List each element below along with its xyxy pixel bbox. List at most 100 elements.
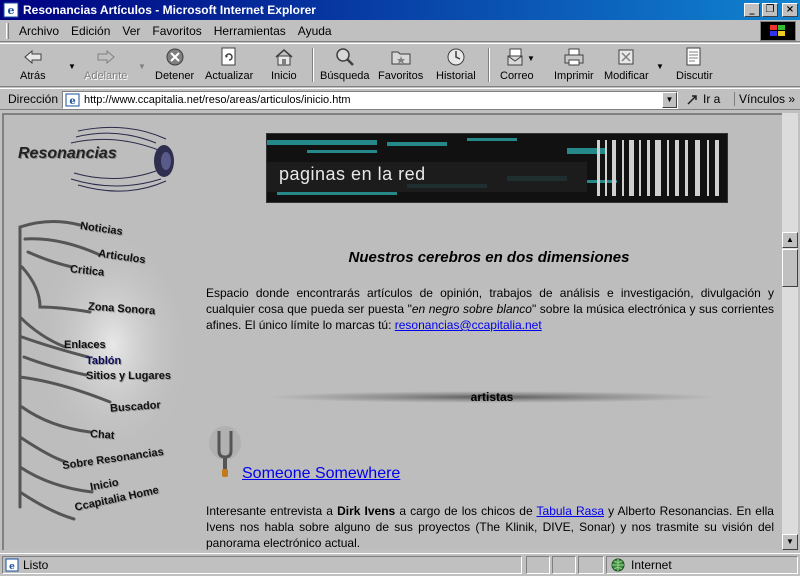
mail-label: Correo: [500, 70, 534, 82]
menu-favoritos[interactable]: Favoritos: [146, 24, 207, 38]
home-label: Inicio: [271, 70, 297, 82]
address-dropdown-icon[interactable]: ▼: [662, 92, 677, 108]
mail-button[interactable]: Correo: [500, 46, 534, 86]
security-zone: Internet: [606, 556, 798, 574]
history-label: Historial: [436, 70, 476, 82]
go-arrow-icon: [687, 95, 697, 105]
refresh-icon: [218, 46, 240, 68]
edit-button[interactable]: Modificar: [604, 46, 649, 86]
page-icon: e: [65, 93, 80, 107]
article-text-2: a cargo de los chicos de: [395, 504, 537, 518]
back-dropdown-icon[interactable]: ▼: [68, 62, 76, 71]
history-button[interactable]: Historial: [436, 46, 476, 86]
print-button[interactable]: Imprimir: [554, 46, 594, 86]
standard-toolbar: Atrás ▼ Adelante ▼ Detener Actualizar In…: [0, 43, 800, 87]
vertical-scrollbar[interactable]: ▲ ▼: [782, 113, 798, 550]
globe-icon: [611, 558, 625, 572]
mail-dropdown-icon[interactable]: ▼: [527, 54, 535, 63]
forward-button[interactable]: Adelante: [84, 46, 127, 86]
search-label: Búsqueda: [320, 70, 370, 82]
print-icon: [563, 46, 585, 68]
links-label: Vínculos: [739, 92, 786, 106]
stop-label: Detener: [155, 70, 195, 82]
discuss-icon: [683, 46, 705, 68]
forward-arrow-icon: [95, 46, 117, 68]
svg-text:e: e: [69, 96, 75, 107]
banner-image: paginas en la red: [266, 133, 728, 203]
scroll-thumb[interactable]: [782, 249, 798, 287]
edit-icon: [615, 46, 637, 68]
maximize-button[interactable]: ❐: [762, 3, 778, 17]
svg-text:e: e: [9, 562, 15, 572]
refresh-button[interactable]: Actualizar: [205, 46, 253, 86]
edit-label: Modificar: [604, 70, 649, 82]
print-label: Imprimir: [554, 70, 594, 82]
back-arrow-icon: [22, 46, 44, 68]
article-text: Interesante entrevista a: [206, 504, 338, 518]
forward-dropdown-icon[interactable]: ▼: [138, 62, 146, 71]
nav-chat[interactable]: Chat: [90, 428, 115, 442]
mail-icon: [506, 46, 528, 68]
scroll-down-button[interactable]: ▼: [782, 534, 798, 550]
menu-grip: [6, 22, 9, 39]
menu-bar: Archivo Edición Ver Favoritos Herramient…: [0, 20, 800, 42]
stop-icon: [164, 46, 186, 68]
minimize-button[interactable]: _: [744, 3, 760, 17]
forward-label: Adelante: [84, 70, 128, 82]
search-button[interactable]: Búsqueda: [320, 46, 370, 86]
go-label: Ir a: [703, 92, 721, 106]
windows-logo-icon: [760, 21, 796, 41]
status-cell: [578, 556, 604, 574]
back-label: Atrás: [20, 70, 46, 82]
nav-tablon[interactable]: Tablón: [86, 355, 121, 367]
discuss-label: Discutir: [676, 70, 713, 82]
logo-text: Resonancias: [18, 145, 117, 162]
stop-button[interactable]: Detener: [155, 46, 194, 86]
menu-herramientas[interactable]: Herramientas: [208, 24, 292, 38]
tabula-rasa-link[interactable]: Tabula Rasa: [537, 504, 604, 518]
address-input[interactable]: e http://www.ccapitalia.net/reso/areas/a…: [62, 91, 678, 109]
history-icon: [445, 46, 467, 68]
home-icon: [273, 46, 295, 68]
status-text: Listo: [23, 558, 49, 572]
nav-sitios-y-lugares[interactable]: Sitios y Lugares: [86, 370, 171, 382]
menu-ver[interactable]: Ver: [116, 24, 146, 38]
page-heading: Nuestros cerebros en dos dimensiones: [348, 249, 630, 266]
favorites-folder-icon: [390, 46, 412, 68]
toolbar-separator: [488, 48, 490, 82]
scroll-up-button[interactable]: ▲: [782, 232, 798, 248]
links-button[interactable]: Vínculos »: [734, 92, 795, 106]
banner-text: paginas en la red: [279, 164, 426, 184]
intro-italic: en negro sobre blanco: [411, 302, 532, 316]
address-url[interactable]: http://www.ccapitalia.net/reso/areas/art…: [84, 94, 662, 106]
edit-dropdown-icon[interactable]: ▼: [656, 62, 664, 71]
search-icon: [334, 46, 356, 68]
tuning-fork-icon: [209, 426, 241, 477]
page-content: Resonancias Noticias Articulos Critica Z…: [2, 113, 782, 550]
article-title-link[interactable]: Someone Somewhere: [242, 465, 400, 483]
toolbar-separator: [312, 48, 314, 82]
status-cell: [552, 556, 576, 574]
status-cell: [526, 556, 550, 574]
menu-edicion[interactable]: Edición: [65, 24, 116, 38]
zone-label: Internet: [631, 558, 672, 572]
article-body: Interesante entrevista a Dirk Ivens a ca…: [206, 503, 774, 550]
window-title: Resonancias Artículos - Microsoft Intern…: [23, 3, 316, 17]
back-button[interactable]: Atrás: [20, 46, 46, 86]
article-bold: Dirk Ivens: [337, 504, 396, 518]
intro-paragraph: Espacio donde encontrarás artículos de o…: [206, 285, 774, 333]
favorites-button[interactable]: Favoritos: [378, 46, 423, 86]
close-button[interactable]: ×: [782, 3, 798, 17]
discuss-button[interactable]: Discutir: [676, 46, 713, 86]
go-button[interactable]: Ir a: [686, 92, 720, 106]
menu-ayuda[interactable]: Ayuda: [292, 24, 338, 38]
home-button[interactable]: Inicio: [271, 46, 297, 86]
chevron-right-icon: »: [788, 92, 796, 106]
email-link[interactable]: resonancias@ccapitalia.net: [395, 318, 542, 332]
address-label: Dirección: [8, 92, 59, 106]
address-bar: Dirección e http://www.ccapitalia.net/re…: [0, 88, 800, 110]
section-title: artistas: [470, 390, 514, 404]
ie-icon: e: [3, 2, 19, 18]
nav-enlaces[interactable]: Enlaces: [64, 339, 106, 351]
menu-archivo[interactable]: Archivo: [13, 24, 65, 38]
